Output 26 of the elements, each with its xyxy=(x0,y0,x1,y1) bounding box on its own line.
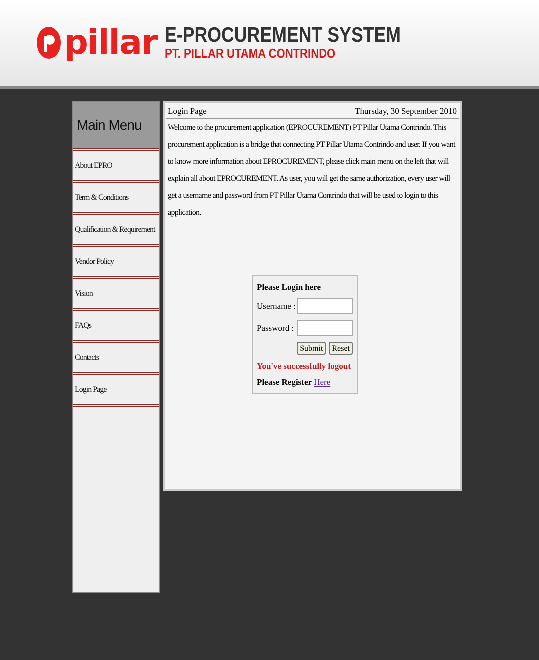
page-title: Login Page xyxy=(168,106,207,116)
logout-message: You've successfully logout xyxy=(257,361,352,371)
sidebar-title: Main Menu xyxy=(73,102,159,148)
menu-item[interactable]: About EPRO xyxy=(73,148,159,180)
register-label: Please Register xyxy=(257,377,312,387)
menu-item[interactable]: Login Page xyxy=(73,372,159,407)
menu-item[interactable]: Qualification & Requirement xyxy=(73,212,159,244)
submit-button[interactable]: Submit xyxy=(297,342,326,355)
menu-item[interactable]: Vision xyxy=(73,276,159,308)
menu-item[interactable]: Contacts xyxy=(73,340,159,372)
menu-item[interactable]: Vendor Policy xyxy=(73,244,159,276)
logo-text: pillar xyxy=(64,26,158,60)
menu-item[interactable]: FAQs xyxy=(73,308,159,340)
password-field[interactable] xyxy=(297,320,353,336)
username-field[interactable] xyxy=(297,298,353,314)
menu-item[interactable]: Term & Conditions xyxy=(73,180,159,212)
login-title: Please Login here xyxy=(257,282,322,292)
field-label: Username : xyxy=(257,301,296,311)
date-text: Thursday, 30 September 2010 xyxy=(355,106,457,116)
company-name: PT. PILLAR UTAMA CONTRINDO xyxy=(165,46,337,61)
reset-button[interactable]: Reset xyxy=(329,342,353,355)
field-label: Password : xyxy=(257,323,294,333)
register-link[interactable]: Here xyxy=(314,377,331,387)
intro-paragraph: Welcome to the procurement application (EPROCUREMENT) PT Pillar Utama Contrindo. This procurement application is a bridge that connecting PT Pillar Utama Contrindo and user. If you want to know more information about EPROCUREMENT, please click main menu on the left that will explain all about EPROCUREMENT. As user, you will get the same authorization, every user will get a username and password from PT Pillar Utama Contrindo that will be used to login to this application. xyxy=(167,122,457,219)
logo-icon xyxy=(36,26,62,60)
site-title: E-PROCUREMENT SYSTEM xyxy=(165,25,402,46)
